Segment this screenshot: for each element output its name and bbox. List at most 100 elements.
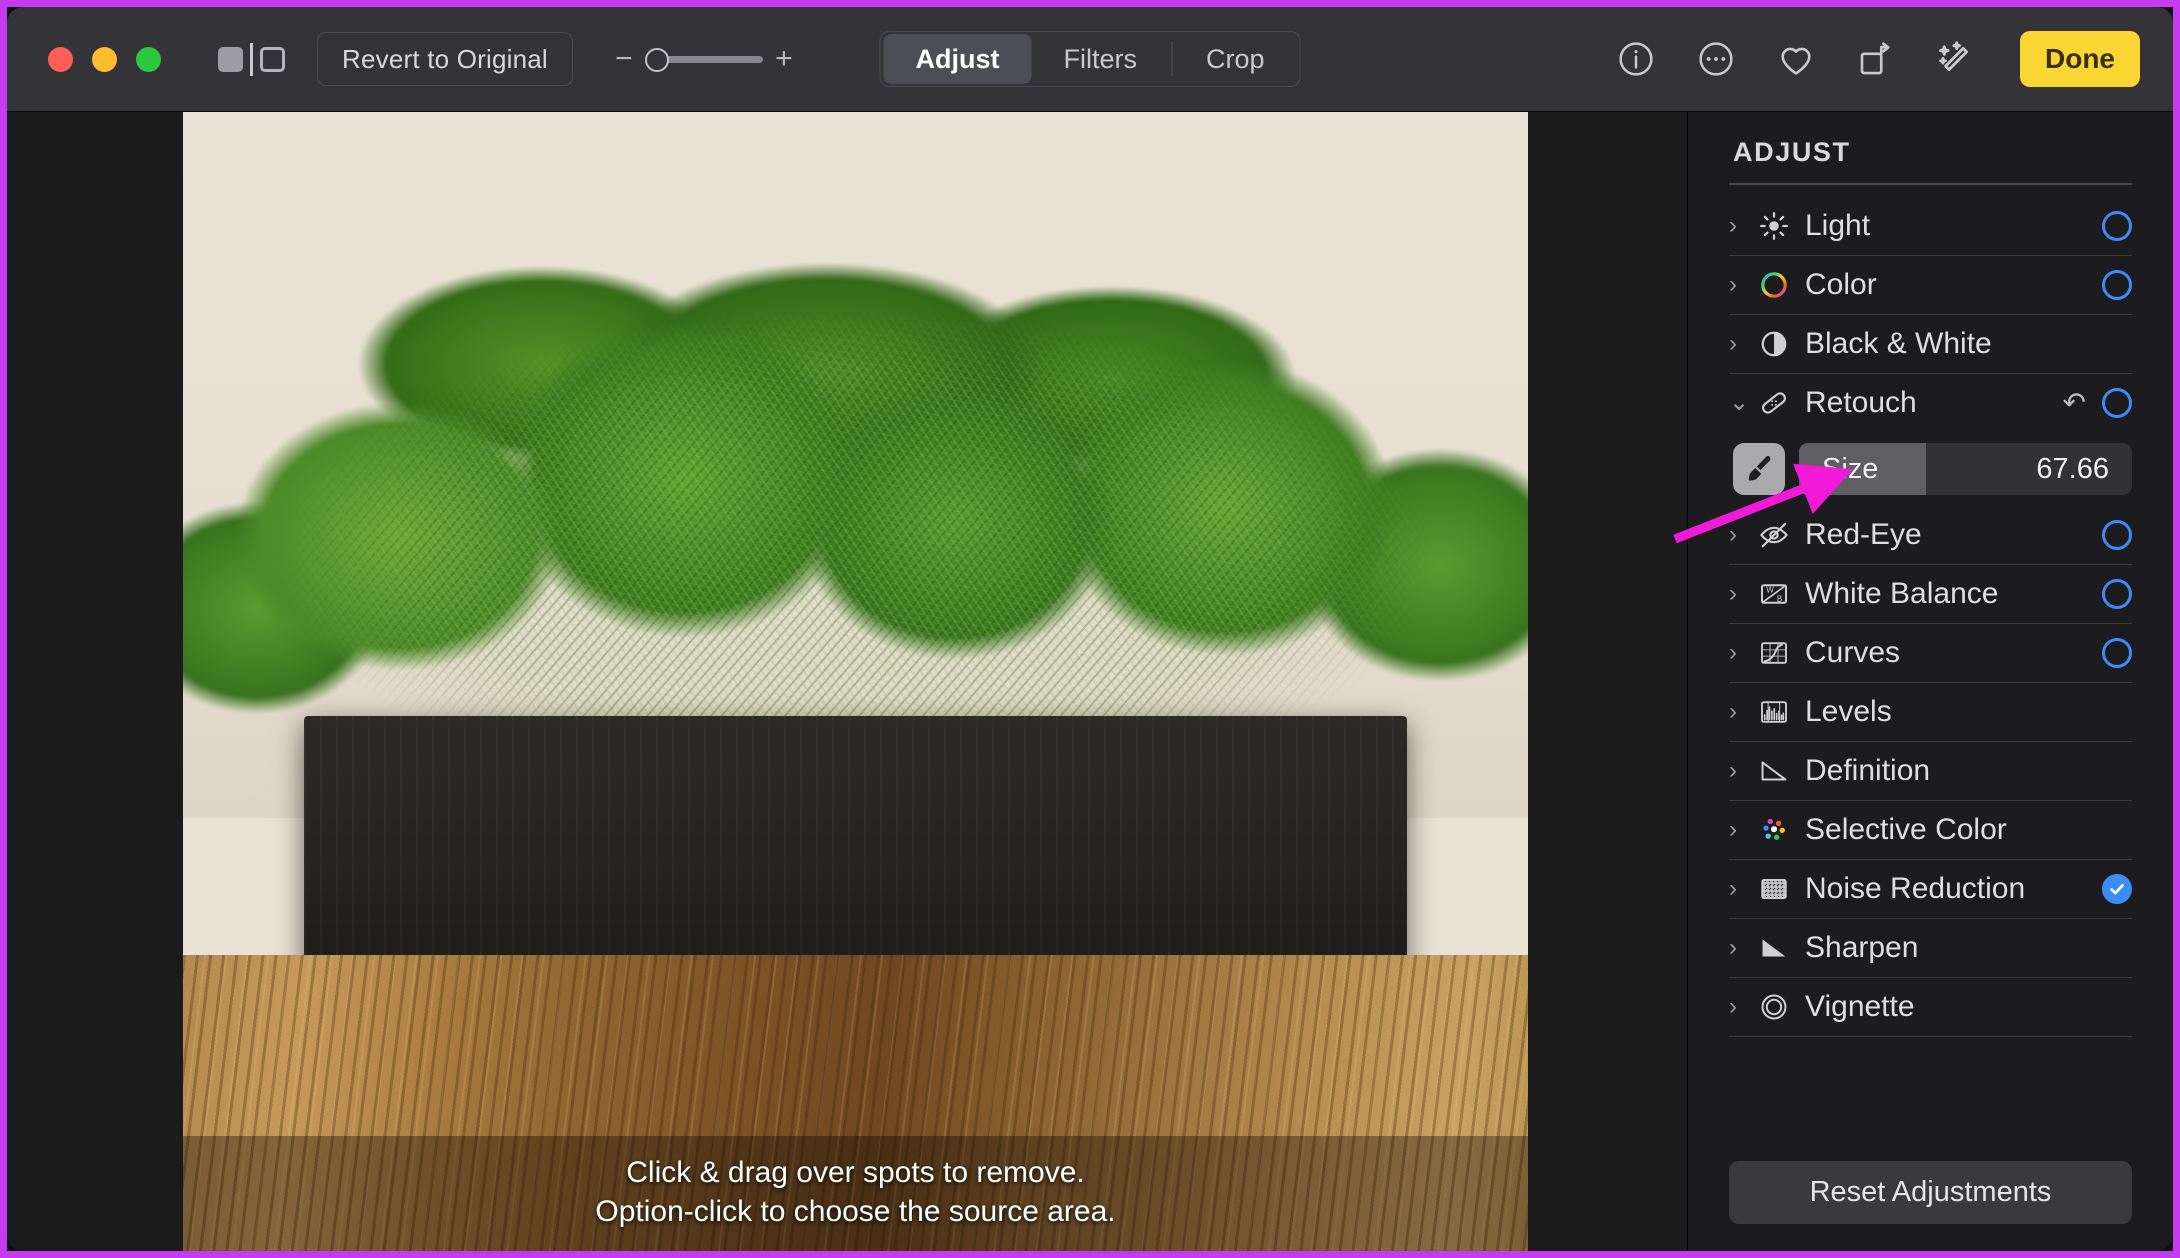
chevron-right-icon[interactable]: › bbox=[1729, 523, 1755, 547]
reset-adjustments-label: Reset Adjustments bbox=[1809, 1176, 2052, 1208]
sidebar-item-label: Vignette bbox=[1805, 990, 1915, 1023]
sidebar-item-black-and-white[interactable]: › Black & White bbox=[1729, 315, 2132, 373]
auto-enhance-icon[interactable] bbox=[1932, 35, 1980, 83]
size-slider-value: 67.66 bbox=[2036, 452, 2109, 485]
enable-toggle-ring[interactable] bbox=[2102, 388, 2132, 418]
chevron-right-icon[interactable]: › bbox=[1729, 641, 1755, 665]
enable-toggle-ring[interactable] bbox=[2102, 211, 2132, 241]
window-controls bbox=[48, 46, 161, 72]
enable-toggle-ring-checked[interactable] bbox=[2102, 874, 2132, 904]
noise-reduction-icon bbox=[1755, 870, 1793, 908]
chevron-right-icon[interactable]: › bbox=[1729, 332, 1755, 356]
sidebar-item-label: Noise Reduction bbox=[1805, 872, 2026, 905]
white-balance-icon: W B bbox=[1755, 575, 1793, 613]
favorite-heart-icon[interactable] bbox=[1772, 35, 1820, 83]
split-divider bbox=[250, 42, 253, 76]
brush-icon[interactable] bbox=[1733, 443, 1785, 495]
editor-body: Click & drag over spots to remove. Optio… bbox=[7, 112, 2173, 1251]
svg-text:B: B bbox=[1777, 594, 1782, 603]
curves-icon bbox=[1755, 634, 1793, 672]
sidebar-item-levels[interactable]: › Levels bbox=[1729, 683, 2132, 741]
chevron-right-icon[interactable]: › bbox=[1729, 995, 1755, 1019]
sidebar-item-color[interactable]: › Color bbox=[1729, 256, 2132, 314]
tab-crop[interactable]: Crop bbox=[1174, 34, 1297, 84]
tab-crop-label: Crop bbox=[1205, 43, 1265, 74]
sidebar-item-noise-reduction[interactable]: › Noise Reduction bbox=[1729, 860, 2132, 918]
enable-toggle-ring[interactable] bbox=[2102, 520, 2132, 550]
sidebar-item-label: Black & White bbox=[1805, 327, 1992, 360]
done-button[interactable]: Done bbox=[2020, 31, 2140, 87]
chevron-right-icon[interactable]: › bbox=[1729, 273, 1755, 297]
red-eye-icon bbox=[1755, 516, 1793, 554]
split-view-toggle[interactable] bbox=[218, 42, 285, 76]
enable-toggle-ring[interactable] bbox=[2102, 579, 2132, 609]
bandage-retouch-icon bbox=[1755, 384, 1793, 422]
sidebar-item-sharpen[interactable]: › Sharpen bbox=[1729, 919, 2132, 977]
revert-to-original-button[interactable]: Revert to Original bbox=[317, 32, 573, 86]
undo-icon[interactable]: ↶ bbox=[2063, 389, 2086, 417]
enable-toggle-ring[interactable] bbox=[2102, 638, 2132, 668]
chevron-right-icon[interactable]: › bbox=[1729, 759, 1755, 783]
tab-adjust[interactable]: Adjust bbox=[883, 34, 1032, 84]
photo-wooden-table bbox=[183, 954, 1528, 1251]
sidebar-item-retouch[interactable]: ⌄ Retouch ↶ bbox=[1729, 374, 2132, 432]
zoom-slider-rail bbox=[656, 55, 763, 63]
info-icon[interactable] bbox=[1612, 35, 1660, 83]
sidebar-item-definition[interactable]: › Definition bbox=[1729, 742, 2132, 800]
sidebar-item-selective-color[interactable]: › Selective Color bbox=[1729, 801, 2132, 859]
svg-text:W: W bbox=[1766, 586, 1774, 595]
chevron-down-icon[interactable]: ⌄ bbox=[1729, 391, 1755, 415]
chevron-right-icon[interactable]: › bbox=[1729, 582, 1755, 606]
maximize-button[interactable] bbox=[136, 46, 161, 72]
sidebar-item-indicators bbox=[2102, 638, 2132, 668]
sidebar-item-label: Sharpen bbox=[1805, 931, 1919, 964]
sidebar-item-label: White Balance bbox=[1805, 577, 1999, 610]
tab-divider bbox=[1170, 42, 1172, 76]
sidebar-item-label: Curves bbox=[1805, 636, 1901, 669]
levels-icon bbox=[1755, 693, 1793, 731]
rotate-icon[interactable] bbox=[1852, 35, 1900, 83]
zoom-slider[interactable] bbox=[644, 48, 763, 72]
chevron-right-icon[interactable]: › bbox=[1729, 877, 1755, 901]
sidebar-item-label: Red-Eye bbox=[1805, 518, 1922, 551]
sidebar-item-red-eye[interactable]: › Red-Eye bbox=[1729, 506, 2132, 564]
selective-color-icon bbox=[1755, 811, 1793, 849]
reset-adjustments-button[interactable]: Reset Adjustments bbox=[1729, 1161, 2132, 1224]
sidebar-item-label: Light bbox=[1805, 209, 1871, 242]
title-divider bbox=[1729, 183, 2132, 185]
chevron-right-icon[interactable]: › bbox=[1729, 700, 1755, 724]
more-options-icon[interactable] bbox=[1692, 35, 1740, 83]
annotated-screenshot-frame: Revert to Original − + Adjust Filters Cr… bbox=[0, 0, 2180, 1258]
tab-filters-label: Filters bbox=[1063, 43, 1137, 74]
chevron-right-icon[interactable]: › bbox=[1729, 818, 1755, 842]
color-wheel-icon bbox=[1755, 266, 1793, 304]
retouch-size-slider[interactable]: Size 67.66 bbox=[1799, 443, 2132, 495]
outline-square-icon bbox=[260, 46, 285, 72]
zoom-out-button[interactable]: − bbox=[609, 44, 639, 74]
edit-mode-tabs: Adjust Filters Crop bbox=[879, 31, 1301, 87]
zoom-in-button[interactable]: + bbox=[769, 44, 799, 74]
zoom-slider-knob[interactable] bbox=[644, 48, 669, 72]
sidebar-item-light[interactable]: › Light bbox=[1729, 197, 2132, 255]
sidebar-item-label: Levels bbox=[1805, 695, 1892, 728]
minimize-button[interactable] bbox=[92, 46, 117, 72]
sidebar-item-indicators bbox=[2102, 211, 2132, 241]
tab-filters[interactable]: Filters bbox=[1031, 34, 1169, 84]
done-label: Done bbox=[2045, 43, 2115, 74]
chevron-right-icon[interactable]: › bbox=[1729, 214, 1755, 238]
photos-editor-window: Revert to Original − + Adjust Filters Cr… bbox=[7, 7, 2173, 1251]
zoom-control: − + bbox=[609, 44, 799, 74]
sidebar-item-curves[interactable]: › Curves bbox=[1729, 624, 2132, 682]
photo-canvas-stage[interactable]: Click & drag over spots to remove. Optio… bbox=[7, 112, 1687, 1251]
sidebar-item-vignette[interactable]: › Vignette bbox=[1729, 978, 2132, 1036]
photo-image[interactable]: Click & drag over spots to remove. Optio… bbox=[183, 112, 1528, 1251]
sidebar-item-white-balance[interactable]: › W B White Balance bbox=[1729, 565, 2132, 623]
retouch-tool-row: Size 67.66 bbox=[1733, 438, 2132, 500]
enable-toggle-ring[interactable] bbox=[2102, 270, 2132, 300]
sidebar-item-indicators bbox=[2102, 270, 2132, 300]
close-button[interactable] bbox=[48, 46, 73, 72]
sidebar-item-label: Retouch bbox=[1805, 386, 1917, 419]
chevron-right-icon[interactable]: › bbox=[1729, 936, 1755, 960]
sidebar-item-indicators bbox=[2102, 520, 2132, 550]
